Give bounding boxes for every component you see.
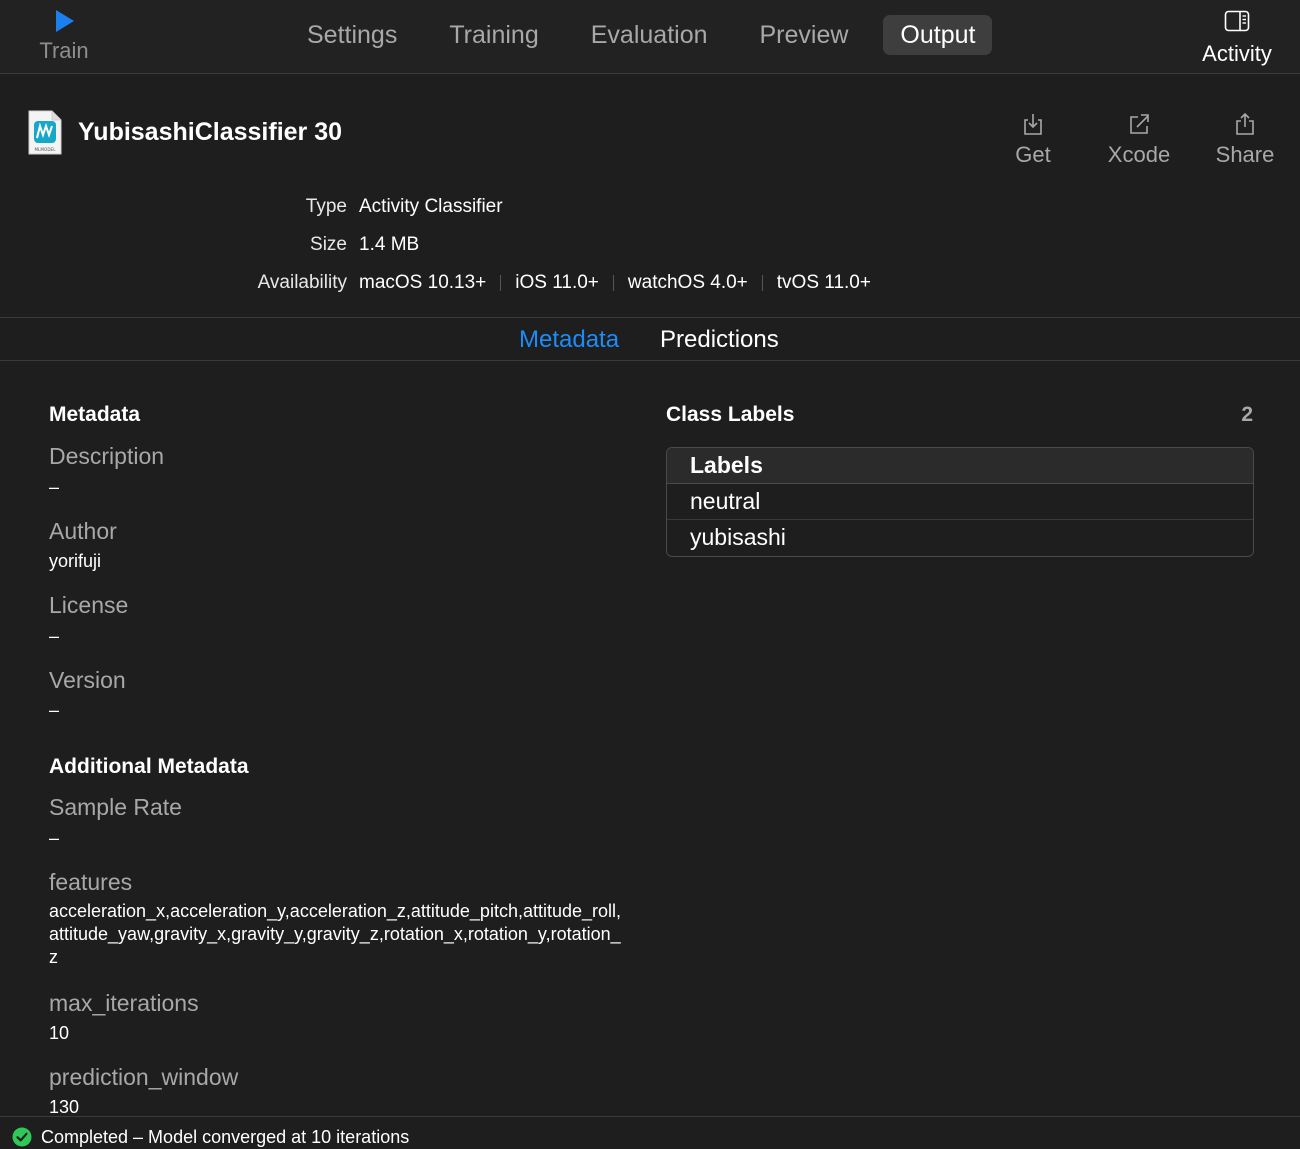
share-label: Share (1215, 142, 1275, 167)
play-icon (56, 10, 74, 32)
tab-training[interactable]: Training (432, 15, 555, 55)
availability-label: Availability (257, 272, 347, 293)
additional-metadata-title: Additional Metadata (49, 755, 249, 778)
size-label: Size (310, 234, 347, 255)
platform-watchos: watchOS 4.0+ (627, 272, 748, 293)
sidebar-right-icon (1224, 10, 1250, 32)
platform-macos: macOS 10.13+ (359, 272, 487, 293)
tab-output[interactable]: Output (883, 15, 993, 55)
share-icon (1236, 112, 1254, 135)
class-labels-table: Labels neutral yubisashi (666, 447, 1254, 557)
features-value: acceleration_x,acceleration_y,accelerati… (49, 901, 622, 967)
status-bar: Completed – Model converged at 10 iterat… (0, 1116, 1300, 1149)
sample-rate-value: – (49, 828, 60, 848)
size-row: Size 1.4 MB (0, 230, 1300, 268)
metadata-title: Metadata (49, 403, 141, 426)
license-label: License (49, 592, 129, 618)
platform-tvos: tvOS 11.0+ (776, 272, 871, 293)
toolbar: Train Settings Training Evaluation Previ… (0, 0, 1300, 74)
model-info: Type Activity Classifier Size 1.4 MB Ava… (0, 192, 1300, 306)
class-labels-count: 2 (1241, 403, 1253, 426)
activity-button[interactable]: Activity (1192, 10, 1282, 70)
sample-rate-label: Sample Rate (49, 794, 182, 820)
mlmodel-icon-text: MLMODEL (34, 147, 56, 152)
status-text: Completed – Model converged at 10 iterat… (41, 1127, 410, 1147)
description-label: Description (49, 443, 165, 469)
tab-evaluation[interactable]: Evaluation (574, 15, 725, 55)
segment-bar: Metadata Predictions (0, 317, 1300, 361)
train-button[interactable]: Train (22, 8, 106, 70)
size-value: 1.4 MB (359, 234, 420, 255)
type-row: Type Activity Classifier (0, 192, 1300, 230)
share-button[interactable]: Share (1210, 112, 1280, 168)
author-label: Author (49, 518, 117, 544)
xcode-label: Xcode (1107, 142, 1171, 167)
tab-preview[interactable]: Preview (743, 15, 866, 55)
tab-settings[interactable]: Settings (290, 15, 414, 55)
version-value: – (49, 700, 60, 720)
get-label: Get (1015, 142, 1051, 167)
max-iterations-label: max_iterations (49, 990, 199, 1016)
max-iterations-value: 10 (49, 1023, 70, 1043)
table-row[interactable]: yubisashi (667, 520, 1253, 556)
open-external-icon (1130, 114, 1149, 134)
platform-separator (500, 275, 502, 291)
features-label: features (49, 869, 133, 895)
segment-predictions[interactable]: Predictions (660, 326, 779, 354)
description-value: – (49, 477, 60, 497)
type-value: Activity Classifier (359, 196, 503, 217)
platform-ios: iOS 11.0+ (515, 272, 599, 293)
model-actions: Get Xcode Share (998, 112, 1280, 168)
author-value: yorifuji (49, 551, 102, 571)
tab-bar: Settings Training Evaluation Preview Out… (290, 15, 993, 55)
license-value: – (49, 626, 60, 646)
table-row[interactable]: neutral (667, 484, 1253, 520)
train-label: Train (39, 38, 89, 63)
type-label: Type (305, 196, 347, 217)
activity-label: Activity (1202, 41, 1272, 66)
class-labels-title: Class Labels (666, 403, 795, 426)
xcode-button[interactable]: Xcode (1104, 112, 1174, 168)
prediction-window-label: prediction_window (49, 1064, 239, 1090)
checkmark-circle-icon (12, 1127, 32, 1147)
class-labels-header: Labels (667, 448, 1253, 484)
availability-value: macOS 10.13+ iOS 11.0+ watchOS 4.0+ tvOS… (359, 272, 871, 294)
mlmodel-file-icon: MLMODEL (28, 110, 62, 155)
platform-separator (612, 275, 614, 291)
download-icon (1024, 114, 1042, 135)
availability-row: Availability macOS 10.13+ iOS 11.0+ watc… (0, 268, 1300, 306)
segment-metadata[interactable]: Metadata (519, 326, 619, 354)
get-button[interactable]: Get (998, 112, 1068, 168)
platform-separator (761, 275, 763, 291)
version-label: Version (49, 667, 126, 693)
model-title: YubisashiClassifier 30 (78, 118, 343, 146)
